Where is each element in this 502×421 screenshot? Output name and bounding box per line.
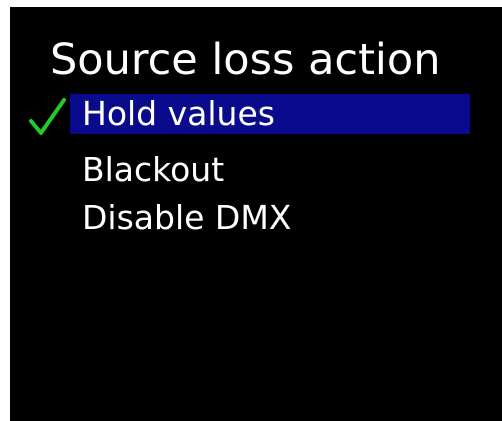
page-title: Source loss action [50,35,441,85]
checkmark-icon [29,98,66,135]
menu-item-label: Hold values [82,94,275,133]
menu-item-disable-dmx[interactable]: Disable DMX [70,198,470,238]
menu-item-label: Blackout [82,150,225,189]
menu-item-hold-values[interactable]: Hold values [70,94,470,134]
menu-item-blackout[interactable]: Blackout [70,150,470,190]
menu-item-label: Disable DMX [82,198,292,237]
device-screen: Source loss action Hold values Blackout … [10,7,502,421]
